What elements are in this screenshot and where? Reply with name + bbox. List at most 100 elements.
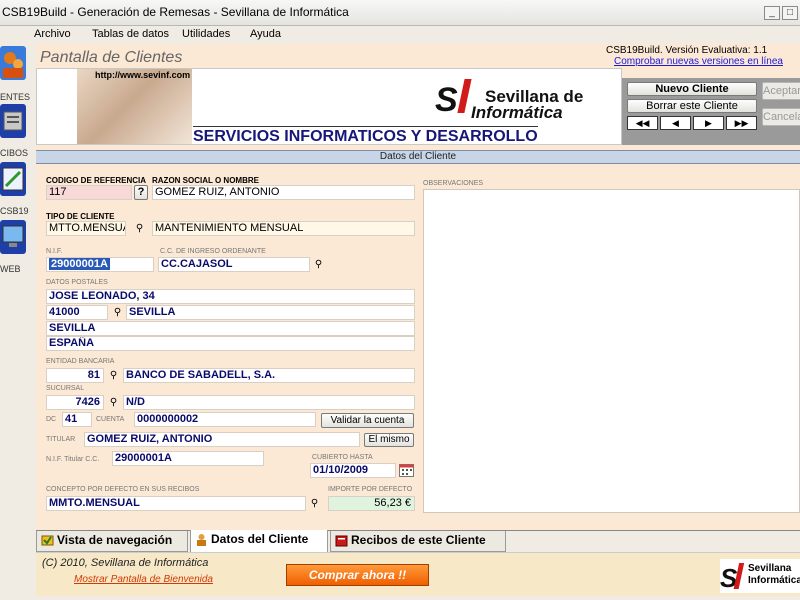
delete-client-button[interactable]: Borrar este Cliente bbox=[627, 99, 757, 113]
nav-first-button[interactable]: ◀◀ bbox=[627, 116, 658, 130]
cc-field[interactable]: CC.CAJASOL bbox=[158, 257, 310, 272]
accept-button[interactable]: Aceptar bbox=[762, 82, 800, 100]
toolbar-csb19-label: CSB19 bbox=[0, 206, 29, 216]
buy-now-button[interactable]: Comprar ahora !! bbox=[286, 564, 429, 586]
new-client-button[interactable]: Nuevo Cliente bbox=[627, 82, 757, 96]
province-field[interactable]: SEVILLA bbox=[46, 321, 415, 336]
navigation-icon bbox=[41, 535, 54, 546]
concept-field[interactable]: MMTO.MENSUAL bbox=[46, 496, 306, 511]
button-panel: Nuevo Cliente Borrar este Cliente Acepta… bbox=[622, 78, 800, 145]
amount-field[interactable]: 56,23 € bbox=[328, 496, 415, 511]
bank-name-field: BANCO DE SABADELL, S.A. bbox=[123, 368, 415, 383]
cc-label: C.C. DE INGRESO ORDENANTE bbox=[160, 248, 266, 255]
footer: (C) 2010, Sevillana de Informática Mostr… bbox=[36, 552, 800, 596]
covered-label: CUBIERTO HASTA bbox=[312, 454, 373, 461]
binoculars-icon[interactable]: ⚲ bbox=[308, 498, 321, 509]
footer-logo-text: Sevillana Informática bbox=[748, 563, 800, 586]
menu-ayuda[interactable]: Ayuda bbox=[250, 28, 281, 40]
toolbar-web[interactable]: Web bbox=[0, 220, 30, 274]
svg-text:S: S bbox=[435, 81, 458, 117]
nav-next-button[interactable]: ▶ bbox=[693, 116, 724, 130]
calendar-icon[interactable] bbox=[399, 463, 414, 477]
toolbar-web-label: Web bbox=[0, 264, 21, 274]
bank-label: ENTIDAD BANCARIA bbox=[46, 358, 115, 365]
nav-last-button[interactable]: ▶▶ bbox=[726, 116, 757, 130]
book-icon bbox=[335, 535, 348, 547]
check-updates-link[interactable]: Comprobar nuevas versiones en línea bbox=[614, 56, 783, 67]
menu-utilidades[interactable]: Utilidades bbox=[182, 28, 230, 40]
copyright-text: (C) 2010, Sevillana de Informática bbox=[42, 557, 209, 569]
binoculars-icon[interactable]: ⚲ bbox=[133, 223, 146, 234]
tab-client-data[interactable]: Datos del Cliente bbox=[190, 530, 328, 553]
window-title: CSB19Build - Generación de Remesas - Sev… bbox=[2, 5, 349, 19]
type-desc-field: MANTENIMIENTO MENSUAL bbox=[152, 221, 415, 236]
country-field[interactable]: ESPAÑA bbox=[46, 336, 415, 351]
cancel-button[interactable]: Cancelar bbox=[762, 108, 800, 126]
client-screen: Pantalla de Clientes CSB19Build. Versión… bbox=[36, 44, 800, 530]
tab-client-data-label: Datos del Cliente bbox=[211, 532, 309, 546]
name-label: RAZON SOCIAL O NOMBRE bbox=[152, 176, 259, 185]
minimize-button[interactable]: _ bbox=[764, 6, 780, 20]
holder-nif-label: N.I.F. Titular C.C. bbox=[46, 456, 100, 463]
version-label: CSB19Build. Versión Evaluativa: 1.1 bbox=[606, 45, 768, 56]
section-caption: Datos del Cliente bbox=[36, 150, 800, 164]
amount-label: IMPORTE POR DEFECTO bbox=[328, 486, 413, 493]
binoculars-icon[interactable]: ⚲ bbox=[111, 307, 124, 318]
binoculars-icon[interactable]: ⚲ bbox=[107, 370, 120, 381]
dc-label: DC bbox=[46, 416, 57, 423]
holder-nif-field[interactable]: 29000001A bbox=[112, 451, 264, 466]
tab-navigation-view[interactable]: Vista de navegación bbox=[36, 531, 188, 552]
nif-label: N.I.F. bbox=[46, 248, 63, 255]
observations-textarea[interactable] bbox=[423, 189, 800, 513]
holder-field[interactable]: GOMEZ RUIZ, ANTONIO bbox=[84, 432, 360, 447]
validate-account-button[interactable]: Validar la cuenta bbox=[321, 413, 414, 428]
address-field[interactable]: JOSE LEONADO, 34 bbox=[46, 289, 415, 304]
type-label: TIPO DE CLIENTE bbox=[46, 212, 115, 221]
ref-field[interactable]: 117 bbox=[46, 185, 132, 200]
postal-label: DATOS POSTALES bbox=[46, 279, 108, 286]
binoculars-icon[interactable]: ⚲ bbox=[107, 397, 120, 408]
branch-code-field[interactable]: 7426 bbox=[46, 395, 104, 410]
person-icon bbox=[197, 534, 206, 546]
bank-code-field[interactable]: 81 bbox=[46, 368, 104, 383]
csb19-icon bbox=[0, 162, 26, 196]
branch-name-field: N/D bbox=[123, 395, 415, 410]
menu-bar: Archivo Tablas de datos Utilidades Ayuda bbox=[0, 26, 800, 44]
menu-archivo[interactable]: Archivo bbox=[34, 28, 71, 40]
observations-label: OBSERVACIONES bbox=[423, 180, 484, 187]
show-welcome-link[interactable]: Mostrar Pantalla de Bienvenida bbox=[74, 574, 213, 585]
toolbar-clients[interactable]: entes bbox=[0, 46, 30, 102]
banner-photo bbox=[77, 69, 192, 144]
nif-value: 29000001A bbox=[49, 258, 110, 270]
dc-field[interactable]: 41 bbox=[62, 412, 92, 427]
tab-client-receipts[interactable]: Recibos de este Cliente bbox=[330, 531, 506, 552]
same-holder-button[interactable]: El mismo bbox=[364, 433, 414, 447]
nav-prev-button[interactable]: ◀ bbox=[660, 116, 691, 130]
zip-field[interactable]: 41000 bbox=[46, 305, 108, 320]
tab-client-receipts-label: Recibos de este Cliente bbox=[351, 533, 486, 547]
name-field[interactable]: GOMEZ RUIZ, ANTONIO bbox=[152, 185, 415, 200]
toolbar-clients-label: entes bbox=[0, 92, 31, 102]
help-button[interactable]: ? bbox=[134, 185, 148, 200]
banner: http://www.sevinf.com S Sevillana de Inf… bbox=[36, 68, 622, 145]
nif-field[interactable]: 29000001A bbox=[46, 257, 154, 272]
menu-tablas[interactable]: Tablas de datos bbox=[92, 28, 169, 40]
account-label: CUENTA bbox=[96, 416, 125, 423]
footer-logo: S Sevillana Informática bbox=[720, 559, 800, 593]
toolbar-receipts[interactable]: cibos bbox=[0, 104, 30, 158]
account-field[interactable]: 0000000002 bbox=[134, 412, 316, 427]
services-text: SERVICIOS INFORMATICOS Y DESARROLLO bbox=[193, 126, 538, 145]
binoculars-icon[interactable]: ⚲ bbox=[312, 259, 325, 270]
toolbar-receipts-label: cibos bbox=[0, 148, 29, 158]
toolbar-csb19[interactable]: CSB19 bbox=[0, 162, 30, 216]
tab-bar: Vista de navegación Datos del Cliente Re… bbox=[36, 530, 800, 553]
logo-text-2: Informática bbox=[471, 103, 563, 122]
maximize-button[interactable]: □ bbox=[782, 6, 798, 20]
receipts-icon bbox=[0, 104, 26, 138]
type-code-field[interactable]: MTTO.MENSUAL bbox=[46, 221, 126, 236]
covered-until-field[interactable]: 01/10/2009 bbox=[310, 463, 396, 478]
clients-icon bbox=[0, 46, 26, 80]
concept-label: CONCEPTO POR DEFECTO EN SUS RECIBOS bbox=[46, 486, 200, 493]
left-toolbar: entes cibos CSB19 Web bbox=[0, 44, 30, 600]
city-field[interactable]: SEVILLA bbox=[126, 305, 415, 320]
